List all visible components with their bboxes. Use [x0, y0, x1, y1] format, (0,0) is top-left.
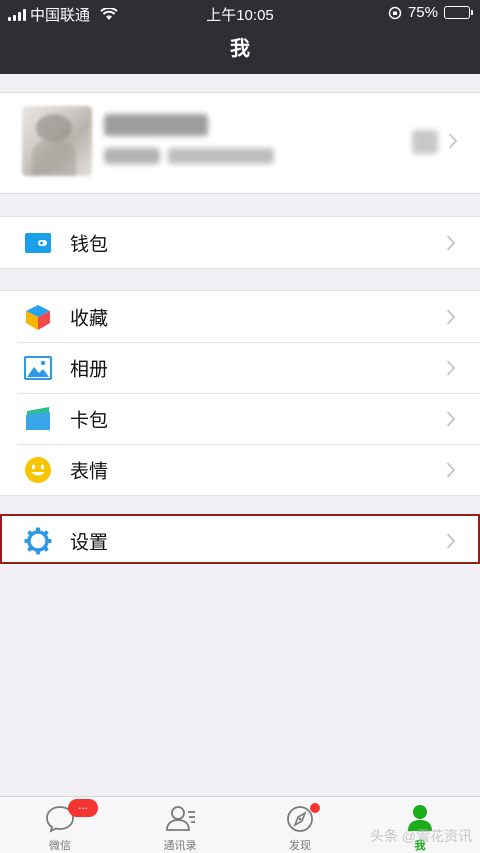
menu-item-label: 相册	[70, 359, 109, 380]
menu-item-favorites[interactable]: 收藏	[0, 291, 480, 342]
wechat-id-label-blurred	[104, 148, 160, 164]
page-title: 我	[230, 38, 250, 60]
tab-contacts[interactable]: 通讯录	[120, 797, 240, 853]
card-holder-icon	[26, 406, 50, 430]
chevron-right-icon	[448, 133, 458, 149]
settings-group: 设置	[0, 516, 480, 565]
avatar[interactable]	[22, 106, 92, 176]
nav-bar: 我	[0, 26, 480, 74]
collection-group: 收藏 相册 卡包 表情	[0, 290, 480, 496]
status-right-group: 75%	[388, 4, 473, 21]
battery-icon	[444, 6, 473, 19]
menu-item-stickers[interactable]: 表情	[0, 444, 480, 495]
watermark: 头条 @雪花资讯	[369, 828, 472, 844]
chevron-right-icon	[446, 308, 456, 325]
battery-percent: 75%	[407, 4, 438, 21]
tab-discover[interactable]: 发现	[240, 797, 360, 853]
menu-item-card-holder[interactable]: 卡包	[0, 393, 480, 444]
nickname-blurred	[104, 114, 208, 136]
tab-label: 微信	[49, 840, 71, 852]
favorites-cube-icon	[26, 304, 50, 330]
menu-item-wallet[interactable]: 钱包	[0, 217, 480, 268]
chevron-right-icon	[446, 234, 456, 251]
unread-badge: ...	[68, 799, 98, 817]
rotation-lock-icon	[388, 6, 402, 19]
menu-item-label: 表情	[70, 461, 109, 482]
chevron-right-icon	[446, 359, 456, 376]
tab-label: 通讯录	[163, 840, 197, 852]
wallet-group: 钱包	[0, 216, 480, 269]
smiley-face-icon	[25, 456, 51, 483]
settings-gear-icon	[24, 527, 52, 554]
new-content-dot	[310, 803, 320, 813]
chevron-right-icon	[446, 461, 456, 478]
chevron-right-icon	[446, 532, 456, 549]
tab-chats[interactable]: ... 微信	[0, 797, 120, 853]
menu-item-label: 钱包	[70, 234, 109, 255]
menu-item-settings[interactable]: 设置	[0, 517, 480, 564]
menu-item-label: 设置	[70, 532, 109, 553]
menu-item-album[interactable]: 相册	[0, 342, 480, 393]
wallet-icon	[25, 232, 51, 253]
status-bar: 中国联通 上午10:05 75%	[0, 0, 480, 26]
wechat-id-value-blurred	[168, 148, 274, 164]
contacts-icon	[166, 806, 195, 831]
tab-label: 发现	[289, 840, 311, 852]
menu-item-label: 卡包	[70, 410, 109, 431]
album-picture-icon	[24, 355, 52, 380]
chevron-right-icon	[446, 410, 456, 427]
menu-item-label: 收藏	[70, 308, 109, 329]
qr-code-icon[interactable]	[412, 130, 438, 154]
